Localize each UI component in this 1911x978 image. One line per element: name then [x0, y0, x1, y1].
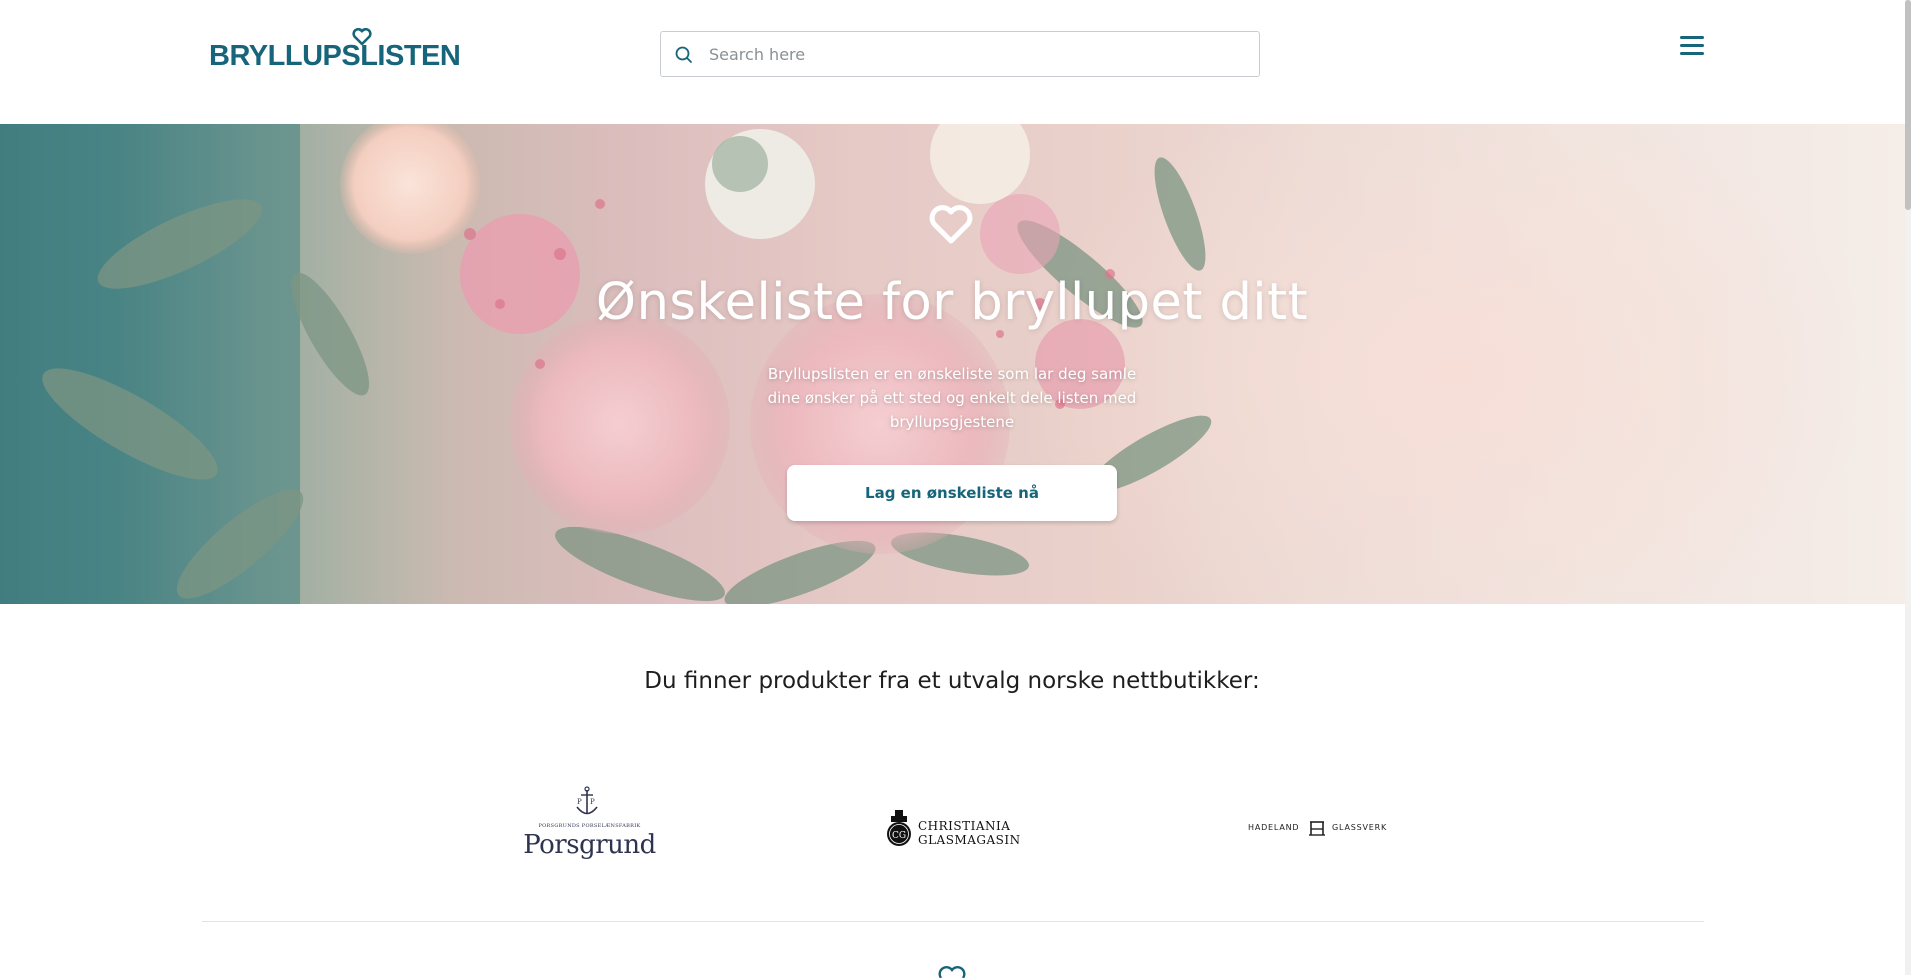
anchor-crest-icon: P P — [576, 786, 598, 815]
heart-icon — [929, 205, 973, 244]
search-box[interactable] — [660, 31, 1260, 77]
svg-text:CG: CG — [892, 831, 906, 841]
hamburger-menu-icon-bar — [1680, 52, 1704, 55]
hero-banner: Ønskeliste for bryllupet ditt Bryllupsli… — [0, 124, 1905, 604]
search-icon — [675, 46, 692, 63]
page-scrollbar[interactable] — [1905, 0, 1911, 975]
hero-title: Ønskeliste for bryllupet ditt — [595, 273, 1309, 332]
hamburger-menu-icon-bar — [1680, 44, 1704, 47]
site-logo[interactable]: BRYLLUPSLISTEN — [209, 28, 461, 74]
store-logo-christiania-glasmagasin[interactable]: CG CHRISTIANIA GLASMAGASIN — [885, 806, 1020, 850]
christiania-line-2: GLASMAGASIN — [918, 833, 1021, 847]
search-input[interactable] — [707, 32, 1247, 76]
scrollbar-thumb[interactable] — [1905, 0, 1911, 210]
porsgrund-subtitle: PORSGRUNDS PORSELÆNSFABRIK — [538, 823, 641, 829]
porsgrund-wordmark: Porsgrund — [523, 830, 656, 860]
hadeland-left-text: HADELAND — [1248, 823, 1300, 832]
svg-text:P: P — [590, 798, 595, 806]
site-header: BRYLLUPSLISTEN — [0, 0, 1905, 124]
hadeland-right-text: GLASSVERK — [1332, 823, 1388, 832]
hadeland-mark-icon — [1309, 821, 1325, 836]
christiania-line-1: CHRISTIANIA — [918, 819, 1011, 833]
create-wishlist-button[interactable]: Lag en ønskeliste nå — [787, 465, 1117, 521]
section-divider — [202, 921, 1704, 922]
store-logo-porsgrund[interactable]: P P PORSGRUNDS PORSELÆNSFABRIK Porsgrund — [522, 786, 657, 868]
stores-heading: Du finner produkter fra et utvalg norske… — [644, 668, 1260, 694]
logo-text: BRYLLUPSLISTEN — [209, 40, 461, 72]
store-logo-hadeland-glassverk[interactable]: HADELAND GLASSVERK — [1248, 817, 1388, 839]
hamburger-menu-icon — [1680, 36, 1704, 39]
svg-text:P: P — [577, 798, 582, 806]
cg-emblem-icon: CG — [887, 810, 911, 846]
footer-heart-icon — [938, 966, 966, 978]
hero-description: Bryllupslisten er en ønskeliste som lar … — [767, 365, 1137, 431]
menu-button[interactable] — [1679, 33, 1705, 59]
